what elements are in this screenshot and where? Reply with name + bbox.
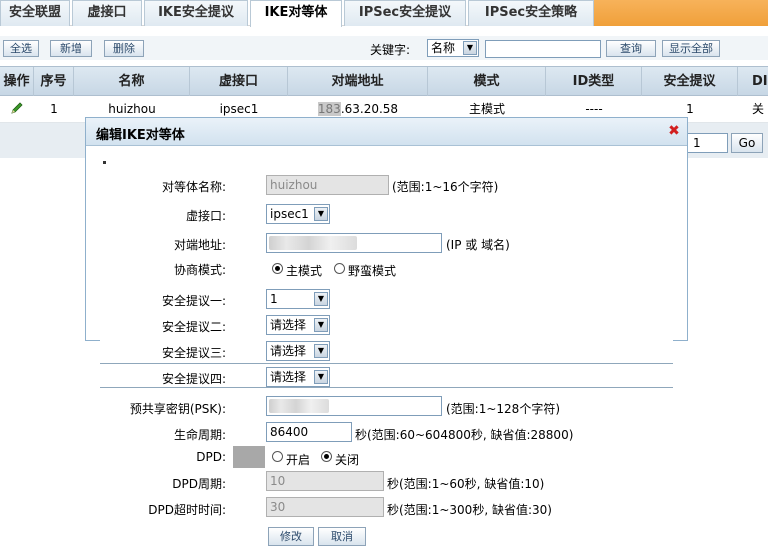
vif-select-value: ipsec1 (270, 207, 309, 221)
dpd-period-hint: 秒(范围:1~60秒, 缺省值:10) (387, 477, 545, 491)
vif-select[interactable]: ipsec1 ▼ (266, 204, 330, 224)
main-mode-radio[interactable] (272, 263, 283, 274)
proposal-3-value: 请选择 (270, 344, 307, 358)
select-all-button[interactable]: 全选 (3, 40, 39, 57)
col-name: 名称 (74, 67, 190, 97)
lifetime-hint: 秒(范围:60~604800秒, 缺省值:28800) (355, 428, 574, 442)
dpd-timeout-label: DPD超时时间: (148, 503, 226, 517)
tab-virtual-interface[interactable]: 虚接口 (72, 0, 142, 26)
cell-index: 1 (50, 102, 58, 116)
tab-ike-proposal[interactable]: IKE安全提议 (144, 0, 248, 26)
dpd-on-radio[interactable] (272, 451, 283, 462)
proposal-4-label: 安全提议四: (161, 372, 226, 386)
dpd-off-radio[interactable] (321, 451, 332, 462)
tab-ipsec-proposal[interactable]: IPSec安全提议 (344, 0, 466, 26)
tab-bar-filler (594, 0, 768, 26)
keyword-field-value: 名称 (431, 41, 456, 55)
dropdown-arrow-icon: ▼ (463, 41, 477, 55)
dialog-title: 编辑IKE对等体 (96, 128, 185, 143)
col-operation: 操作 (0, 67, 34, 97)
col-peer-address: 对端地址 (288, 67, 428, 97)
proposal-4-value: 请选择 (270, 370, 307, 384)
dpd-label: DPD: (196, 450, 226, 464)
tab-ike-peer[interactable]: IKE对等体 (250, 0, 342, 27)
go-button[interactable]: Go (731, 133, 763, 153)
col-id-type: ID类型 (546, 67, 642, 97)
modify-button[interactable]: 修改 (268, 527, 314, 546)
table-header: 操作 序号 名称 虚接口 对端地址 模式 ID类型 安全提议 DI (0, 66, 768, 97)
proposal-2-label: 安全提议二: (161, 320, 226, 334)
show-all-button[interactable]: 显示全部 (662, 40, 720, 57)
dropdown-arrow-icon: ▼ (314, 207, 328, 221)
dropdown-arrow-icon: ▼ (314, 292, 328, 306)
dpd-period-field: 10 (266, 471, 384, 491)
col-proposal: 安全提议 (642, 67, 738, 97)
proposal-1-label: 安全提议一: (161, 294, 226, 308)
aggressive-mode-radio[interactable] (334, 263, 345, 274)
close-icon[interactable]: ✖ (667, 124, 681, 138)
bullet-mark (103, 161, 106, 164)
col-dpd: DI (752, 74, 768, 89)
psk-field[interactable] (266, 396, 442, 416)
peer-address-label: 对端地址: (173, 238, 226, 252)
peer-name-hint: (范围:1~16个字符) (392, 180, 499, 194)
psk-hint: (范围:1~128个字符) (446, 402, 561, 416)
keyword-label: 关键字: (370, 43, 411, 57)
lifetime-label: 生命周期: (173, 428, 226, 442)
col-mode: 模式 (428, 67, 546, 97)
page-number-input[interactable]: 1 (686, 133, 728, 153)
dpd-off-label: 关闭 (335, 453, 360, 467)
tab-bar: 安全联盟 虚接口 IKE安全提议 IKE对等体 IPSec安全提议 IPSec安… (0, 0, 768, 27)
col-index: 序号 (34, 67, 74, 97)
proposal-1-value: 1 (270, 292, 278, 306)
dpd-on-label: 开启 (286, 453, 311, 467)
proposal-2-select[interactable]: 请选择 ▼ (266, 315, 330, 335)
dpd-timeout-hint: 秒(范围:1~300秒, 缺省值:30) (387, 503, 552, 517)
peer-address-visible-part: .63.20.58 (340, 102, 399, 116)
peer-name-field: huizhou (266, 175, 389, 195)
add-button[interactable]: 新增 (50, 40, 92, 57)
psk-label: 预共享密钥(PSK): (129, 402, 226, 416)
masked-value (269, 236, 357, 250)
aggressive-mode-label: 野蛮模式 (348, 264, 397, 278)
nego-mode-label: 协商模式: (173, 263, 226, 277)
dropdown-arrow-icon: ▼ (314, 318, 328, 332)
proposal-3-label: 安全提议三: (161, 346, 226, 360)
proposal-2-value: 请选择 (270, 318, 307, 332)
keyword-field-select[interactable]: 名称 ▼ (427, 39, 479, 57)
tab-ipsec-policy[interactable]: IPSec安全策略 (468, 0, 594, 26)
peer-address-field[interactable] (266, 233, 442, 253)
delete-button[interactable]: 删除 (104, 40, 144, 57)
peer-name-label: 对等体名称: (161, 180, 226, 194)
cancel-button[interactable]: 取消 (318, 527, 366, 546)
main-mode-label: 主模式 (286, 264, 323, 278)
dpd-timeout-field: 30 (266, 497, 384, 517)
masked-value (269, 399, 329, 413)
proposal-3-select[interactable]: 请选择 ▼ (266, 341, 330, 361)
keyword-input[interactable] (485, 40, 601, 58)
gray-block (233, 446, 265, 468)
cell-dpd: 关 (752, 102, 765, 116)
col-virtual-interface: 虚接口 (190, 67, 288, 97)
edit-pencil-icon[interactable] (10, 101, 24, 115)
vif-label: 虚接口: (185, 209, 226, 223)
dropdown-arrow-icon: ▼ (314, 344, 328, 358)
proposal-1-select[interactable]: 1 ▼ (266, 289, 330, 309)
lifetime-field[interactable]: 86400 (266, 422, 352, 442)
dropdown-arrow-icon: ▼ (314, 370, 328, 384)
peer-address-masked-part: 183 (317, 102, 341, 116)
search-button[interactable]: 查询 (606, 40, 656, 57)
divider (100, 363, 673, 364)
peer-address-hint: (IP 或 域名) (446, 238, 510, 252)
dpd-period-label: DPD周期: (172, 477, 226, 491)
divider (100, 387, 673, 388)
proposal-4-select[interactable]: 请选择 ▼ (266, 367, 330, 387)
toolbar: 全选 新增 删除 关键字: 名称 ▼ 查询 显示全部 (0, 36, 768, 60)
dialog-title-bar[interactable]: 编辑IKE对等体 ✖ (86, 118, 687, 146)
tab-security-association[interactable]: 安全联盟 (0, 0, 70, 26)
